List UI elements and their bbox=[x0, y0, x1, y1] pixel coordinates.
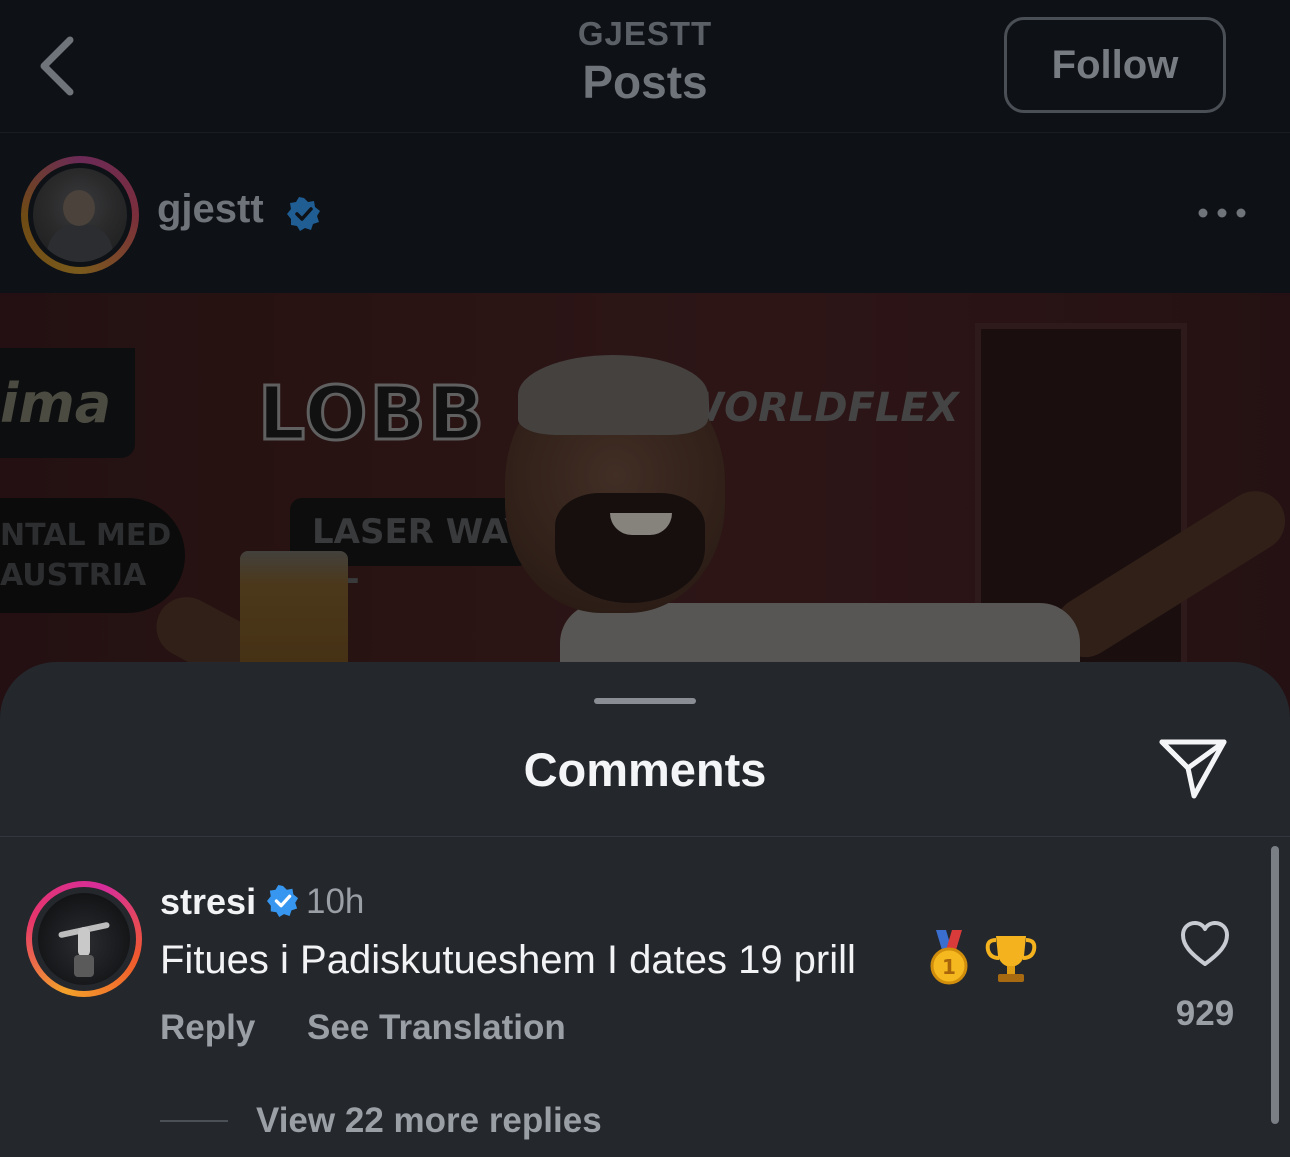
follow-button[interactable]: Follow bbox=[1004, 17, 1226, 113]
svg-text:1: 1 bbox=[942, 955, 956, 979]
comment-text: Fitues i Padiskutueshem I dates 19 prill bbox=[160, 938, 856, 982]
comment-author-avatar[interactable] bbox=[26, 881, 142, 997]
divider bbox=[0, 836, 1290, 837]
comment-timestamp: 10h bbox=[306, 882, 365, 921]
heart-icon[interactable] bbox=[1180, 920, 1230, 968]
trophy-icon bbox=[985, 936, 1037, 982]
like-count: 929 bbox=[1175, 994, 1235, 1033]
verified-badge-icon bbox=[287, 197, 320, 231]
share-icon[interactable] bbox=[1158, 736, 1228, 802]
scrollbar[interactable] bbox=[1271, 846, 1279, 1124]
replies-divider-line bbox=[160, 1120, 228, 1122]
avatar-image bbox=[33, 168, 127, 262]
avatar-image bbox=[38, 893, 130, 985]
post-username[interactable]: gjestt bbox=[157, 187, 264, 232]
comment-username[interactable]: stresi bbox=[160, 880, 256, 924]
reply-button[interactable]: Reply bbox=[160, 1006, 255, 1050]
post-media-image[interactable]: ima LOBB WORLDFLEX NTAL MED AUSTRIA LASE… bbox=[0, 293, 1290, 713]
post-header: gjestt bbox=[0, 133, 1290, 293]
screen: GJESTT Posts Follow gjestt ima LOBB WORL… bbox=[0, 0, 1290, 1157]
media-dim-overlay bbox=[0, 293, 1290, 713]
verified-badge-icon bbox=[267, 885, 299, 917]
view-more-replies-button[interactable]: View 22 more replies bbox=[256, 1099, 602, 1143]
post-author-avatar[interactable] bbox=[21, 156, 139, 274]
more-options-icon[interactable] bbox=[1196, 205, 1248, 221]
sheet-drag-handle[interactable] bbox=[594, 698, 696, 704]
comments-title: Comments bbox=[523, 743, 767, 796]
medal-icon: 1 bbox=[930, 930, 968, 985]
see-translation-button[interactable]: See Translation bbox=[307, 1006, 566, 1050]
top-navigation-bar: GJESTT Posts Follow bbox=[0, 0, 1290, 133]
